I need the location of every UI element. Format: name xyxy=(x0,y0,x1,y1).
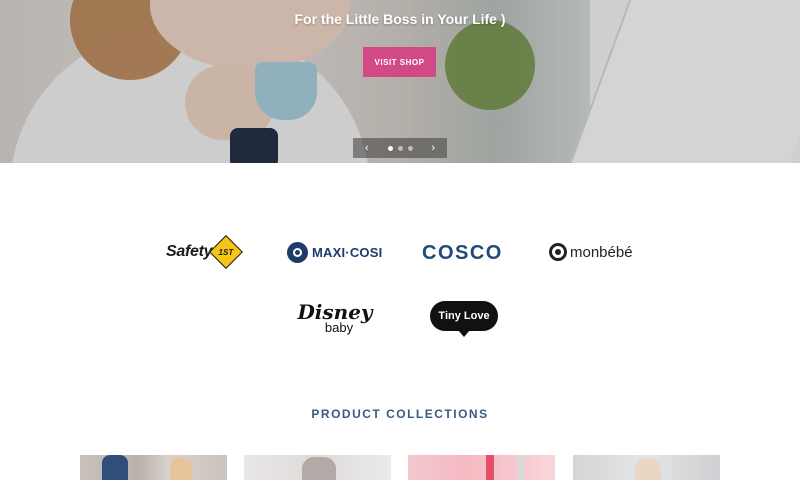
collection-3-image-stripe-2 xyxy=(518,455,524,480)
safety-first-badge-icon: 1ST xyxy=(209,235,244,269)
brand-safety-text: Safety xyxy=(166,243,213,260)
brand-cosco-text: COSCO xyxy=(422,241,503,264)
slider-dot-2[interactable] xyxy=(397,145,403,151)
section-title-product-collections: PRODUCT COLLECTIONS xyxy=(311,407,489,421)
collection-card-1[interactable] xyxy=(80,455,227,480)
brand-tiny-love-text: Tiny Love xyxy=(438,310,490,322)
hero-title: For the Little Boss in Your Life ) xyxy=(294,11,506,27)
brand-logo-safety-first[interactable]: Safety 1ST xyxy=(166,235,244,269)
monbebe-mark-icon xyxy=(549,243,567,261)
collection-2-image-figure xyxy=(302,457,336,480)
brand-maxi-cosi-text: MAXI·COSI xyxy=(312,244,383,260)
brand-monbebe-text: monbébé xyxy=(570,243,633,261)
brand-disney-text: Disney xyxy=(297,300,373,324)
collection-card-2[interactable] xyxy=(244,455,391,480)
brand-logo-tiny-love[interactable]: Tiny Love xyxy=(430,301,498,337)
slider-dots xyxy=(387,145,413,151)
collection-4-image-figure xyxy=(635,458,661,480)
brand-logo-maxi-cosi[interactable]: MAXI·COSI xyxy=(287,240,382,264)
collection-1-image-figure xyxy=(102,455,128,480)
maxi-cosi-mark-icon xyxy=(287,241,308,263)
collection-1-image-figure-2 xyxy=(170,457,192,480)
collection-card-4[interactable] xyxy=(573,455,720,480)
collection-3-image-stripe xyxy=(486,455,494,480)
brand-logo-cosco[interactable]: COSCO xyxy=(422,240,503,266)
visit-shop-button[interactable]: VISIT SHOP xyxy=(363,47,436,77)
chevron-right-icon[interactable]: › xyxy=(431,142,435,154)
chevron-left-icon[interactable]: ‹ xyxy=(365,142,369,154)
hero-banner: For the Little Boss in Your Life ) VISIT… xyxy=(0,0,800,163)
slider-dot-1[interactable] xyxy=(387,145,393,151)
slider-dot-3[interactable] xyxy=(407,145,413,151)
collection-card-3[interactable] xyxy=(408,455,555,480)
slider-controls: ‹ › xyxy=(353,138,447,158)
brand-logo-monbebe[interactable]: monbébé xyxy=(549,240,633,264)
brand-logo-disney-baby[interactable]: Disney baby xyxy=(297,300,372,338)
safety-first-badge-text: 1ST xyxy=(218,247,234,257)
brand-baby-text: baby xyxy=(324,320,354,335)
